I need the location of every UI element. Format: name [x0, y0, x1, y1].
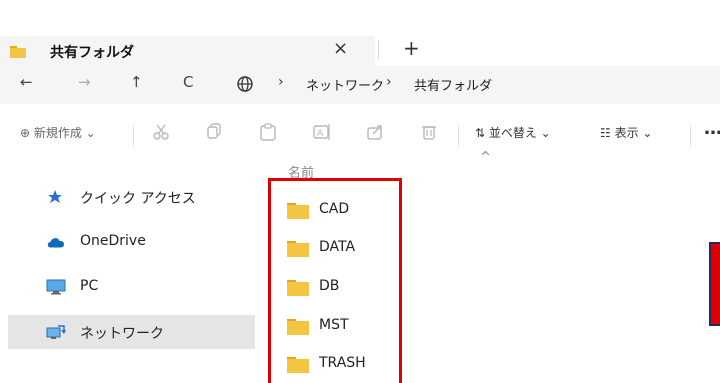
- monitor-icon: [46, 279, 66, 295]
- view-button[interactable]: ☷ 表示 ⌄: [600, 124, 652, 141]
- breadcrumb-network[interactable]: ネットワーク: [306, 75, 384, 94]
- folder-icon: [287, 319, 309, 335]
- sidebar-item-onedrive[interactable]: OneDrive: [8, 225, 255, 259]
- breadcrumb-chevron-icon[interactable]: ›: [386, 74, 392, 90]
- file-list: CAD DATA DB MST TRASH: [268, 178, 402, 383]
- folder-icon: [287, 357, 309, 373]
- sidebar-item-pc[interactable]: PC: [8, 270, 255, 304]
- back-button[interactable]: ←: [20, 73, 33, 91]
- star-pin-icon: [48, 190, 62, 203]
- delete-icon[interactable]: [421, 123, 437, 141]
- tab-shared-folder[interactable]: 共有フォルダ ×: [0, 36, 375, 66]
- copy-icon[interactable]: [206, 123, 222, 139]
- file-name: TRASH: [319, 355, 366, 371]
- sidebar-item-label: OneDrive: [80, 233, 146, 249]
- file-name: DB: [319, 278, 340, 294]
- sort-indicator-chevron-icon: ^: [480, 150, 491, 165]
- breadcrumb-shared-folder[interactable]: 共有フォルダ: [414, 75, 492, 94]
- folder-icon: [10, 46, 26, 58]
- cut-icon[interactable]: [152, 123, 170, 141]
- folder-icon: [287, 280, 309, 296]
- sidebar-item-network[interactable]: ネットワーク: [8, 315, 255, 349]
- list-item[interactable]: CAD: [287, 197, 397, 221]
- paste-icon[interactable]: [260, 123, 276, 141]
- refresh-button[interactable]: C: [183, 73, 193, 91]
- file-name: MST: [319, 317, 349, 333]
- address-bar: ← → ↑ C › ネットワーク › 共有フォルダ: [0, 66, 720, 104]
- command-toolbar: ⊕ 新規作成 ⌄ A ⇅ 並べ替え ⌄ ☷ 表示 ⌄ …: [0, 104, 720, 166]
- navigation-pane: クイック アクセス OneDrive PC ネットワーク: [0, 166, 260, 383]
- tab-close-button[interactable]: ×: [333, 38, 348, 59]
- sidebar-item-label: PC: [80, 278, 99, 294]
- list-item[interactable]: MST: [287, 313, 397, 337]
- rename-icon[interactable]: A: [313, 123, 331, 141]
- folder-icon: [287, 203, 309, 219]
- share-icon[interactable]: [367, 123, 385, 141]
- cloud-icon: [47, 238, 64, 248]
- list-item[interactable]: DATA: [287, 235, 397, 259]
- sort-button[interactable]: ⇅ 並べ替え ⌄: [475, 124, 551, 141]
- list-item[interactable]: TRASH: [287, 351, 397, 375]
- toolbar-separator: [133, 126, 134, 146]
- svg-text:A: A: [317, 129, 324, 139]
- sidebar-item-quick-access[interactable]: クイック アクセス: [8, 180, 255, 214]
- sidebar-item-label: ネットワーク: [80, 326, 164, 342]
- toolbar-separator: [690, 126, 691, 146]
- annotation-box: [709, 242, 720, 326]
- file-name: CAD: [319, 201, 350, 217]
- toolbar-separator: [458, 126, 459, 146]
- list-item[interactable]: DB: [287, 274, 397, 298]
- network-icon: [46, 325, 66, 339]
- sidebar-item-label: クイック アクセス: [80, 191, 196, 207]
- forward-button[interactable]: →: [78, 73, 91, 91]
- folder-icon: [287, 241, 309, 257]
- tab-title: 共有フォルダ: [50, 45, 134, 61]
- title-bar: 共有フォルダ × +: [0, 0, 720, 66]
- breadcrumb-chevron-icon[interactable]: ›: [278, 74, 284, 90]
- up-button[interactable]: ↑: [130, 73, 143, 91]
- more-options-button[interactable]: …: [704, 118, 720, 139]
- new-tab-button[interactable]: +: [403, 36, 420, 60]
- tab-separator: [378, 40, 379, 60]
- new-button[interactable]: ⊕ 新規作成 ⌄: [20, 124, 96, 141]
- globe-icon: [237, 76, 253, 92]
- file-name: DATA: [319, 239, 356, 255]
